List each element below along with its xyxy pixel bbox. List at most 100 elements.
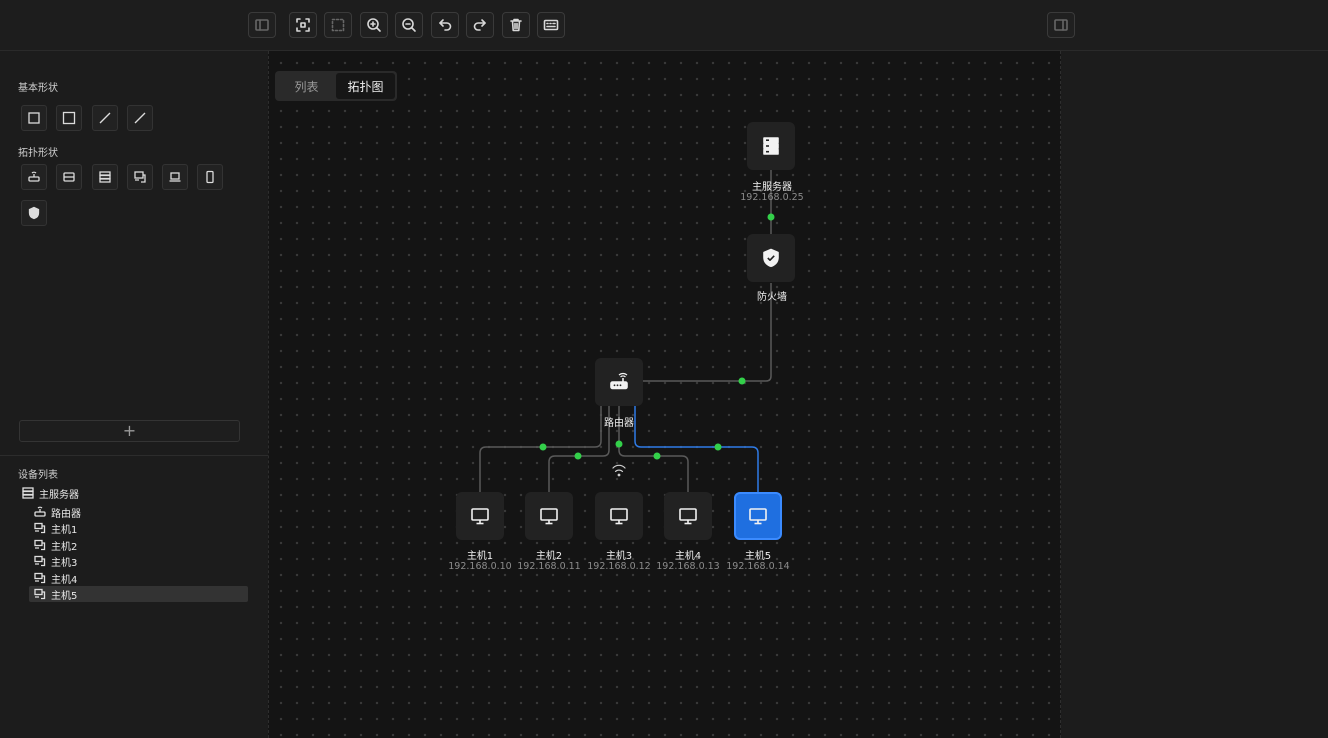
node-server-label: 主服务器 (752, 182, 792, 193)
node-router-label: 路由器 (604, 418, 634, 429)
node-firewall[interactable] (747, 234, 795, 282)
monitor-icon (749, 508, 767, 525)
topo-host[interactable] (127, 164, 153, 190)
host-icon (34, 539, 46, 551)
basic-shapes-title: 基本形状 (18, 83, 58, 94)
tree-item-host4[interactable]: 主机4 (34, 570, 77, 586)
node-server-ip: 192.168.0.25 (740, 192, 804, 203)
node-host5-ip: 192.168.0.14 (726, 561, 790, 572)
tree-item-label: 路由器 (51, 508, 81, 520)
delete-button[interactable] (502, 12, 530, 38)
shape-line[interactable] (92, 105, 118, 131)
right-panel (1061, 51, 1328, 738)
tree-item-host3[interactable]: 主机3 (34, 553, 77, 569)
host-icon (34, 588, 46, 600)
zoom-out-icon (402, 18, 416, 32)
mobile-icon (206, 170, 214, 184)
wifi-icon (612, 464, 626, 477)
add-shape-button[interactable]: + (19, 420, 240, 442)
tree-item-label: 主机1 (51, 524, 78, 536)
undo-icon (439, 19, 452, 31)
node-host4[interactable] (664, 492, 712, 540)
delete-icon (510, 18, 522, 32)
zoom-in-icon (367, 18, 381, 32)
tree-item-host1[interactable]: 主机1 (34, 520, 77, 536)
connector-dot[interactable] (615, 440, 623, 448)
undo-button[interactable] (431, 12, 459, 38)
zoom-in-button[interactable] (360, 12, 388, 38)
topology-editor: 基本形状 拓扑形状 + 设备列表 主服务器 路由器 主机1 主机2 主机3 主机… (0, 0, 1328, 738)
select-area-button[interactable] (324, 12, 352, 38)
connector-dot[interactable] (767, 213, 775, 221)
topo-router[interactable] (21, 164, 47, 190)
laptop-icon (169, 172, 181, 182)
shape-line-2[interactable] (127, 105, 153, 131)
shield-icon (763, 248, 779, 268)
topo-switch[interactable] (56, 164, 82, 190)
left-panel: 基本形状 拓扑形状 + 设备列表 主服务器 路由器 主机1 主机2 主机3 主机… (0, 51, 268, 738)
fit-view-button[interactable] (289, 12, 317, 38)
redo-icon (473, 19, 486, 31)
zoom-out-button[interactable] (395, 12, 423, 38)
node-host1[interactable] (456, 492, 504, 540)
shape-square[interactable] (56, 105, 82, 131)
host-icon (134, 171, 146, 183)
tree-item-router[interactable]: 路由器 (34, 504, 81, 520)
tree-item-host2[interactable]: 主机2 (34, 537, 77, 553)
line-icon (134, 112, 146, 124)
server-icon (763, 137, 779, 155)
node-firewall-label: 防火墙 (757, 292, 787, 303)
router-icon (28, 171, 40, 182)
node-router[interactable] (595, 358, 643, 406)
tree-item-host5[interactable]: 主机5 (29, 586, 248, 602)
connector-dot[interactable] (738, 377, 746, 385)
monitor-icon (471, 508, 489, 525)
node-server[interactable] (747, 122, 795, 170)
connector-dot[interactable] (574, 452, 582, 460)
node-host5-label: 主机5 (744, 551, 772, 562)
tree-item-server[interactable]: 主服务器 (22, 485, 79, 501)
router-icon (34, 506, 46, 517)
monitor-icon (540, 508, 558, 525)
select-area-icon (331, 18, 345, 32)
tree-item-label: 主机4 (51, 574, 78, 586)
toggle-right-panel-button[interactable] (1047, 12, 1075, 38)
topo-laptop[interactable] (162, 164, 188, 190)
node-host3[interactable] (595, 492, 643, 540)
topology-links (479, 170, 775, 492)
monitor-icon (679, 508, 697, 525)
line-icon (99, 112, 111, 124)
rectangle-icon (28, 112, 40, 124)
host-icon (34, 555, 46, 567)
device-list-title: 设备列表 (18, 470, 58, 481)
monitor-icon (610, 508, 628, 525)
tree-item-label: 主机2 (51, 541, 78, 553)
server-icon (99, 171, 111, 183)
fit-view-icon (296, 18, 310, 32)
router-icon (610, 372, 628, 390)
connector-dot[interactable] (539, 443, 547, 451)
host-icon (34, 572, 46, 584)
node-host5[interactable] (734, 492, 782, 540)
tree-item-label: 主机3 (51, 557, 78, 569)
toggle-left-panel-button[interactable] (248, 12, 276, 38)
keyboard-icon (543, 19, 559, 31)
panel-divider (0, 455, 268, 456)
redo-button[interactable] (466, 12, 494, 38)
square-icon (62, 111, 76, 125)
sidebar-left-icon (255, 19, 269, 31)
node-host2[interactable] (525, 492, 573, 540)
topo-firewall[interactable] (21, 200, 47, 226)
server-icon (22, 487, 34, 499)
topology-canvas[interactable]: 列表 拓扑图 主服务器 192.168.0.25 防火墙 路由器 主机1 192… (268, 51, 1061, 738)
topo-shapes-title: 拓扑形状 (18, 148, 58, 159)
switch-icon (63, 172, 75, 182)
connector-dot[interactable] (653, 452, 661, 460)
connector-dot[interactable] (714, 443, 722, 451)
shape-rectangle[interactable] (21, 105, 47, 131)
topo-mobile[interactable] (197, 164, 223, 190)
host-icon (34, 522, 46, 534)
shield-icon (28, 206, 40, 220)
topo-server[interactable] (92, 164, 118, 190)
keyboard-shortcuts-button[interactable] (537, 12, 565, 38)
